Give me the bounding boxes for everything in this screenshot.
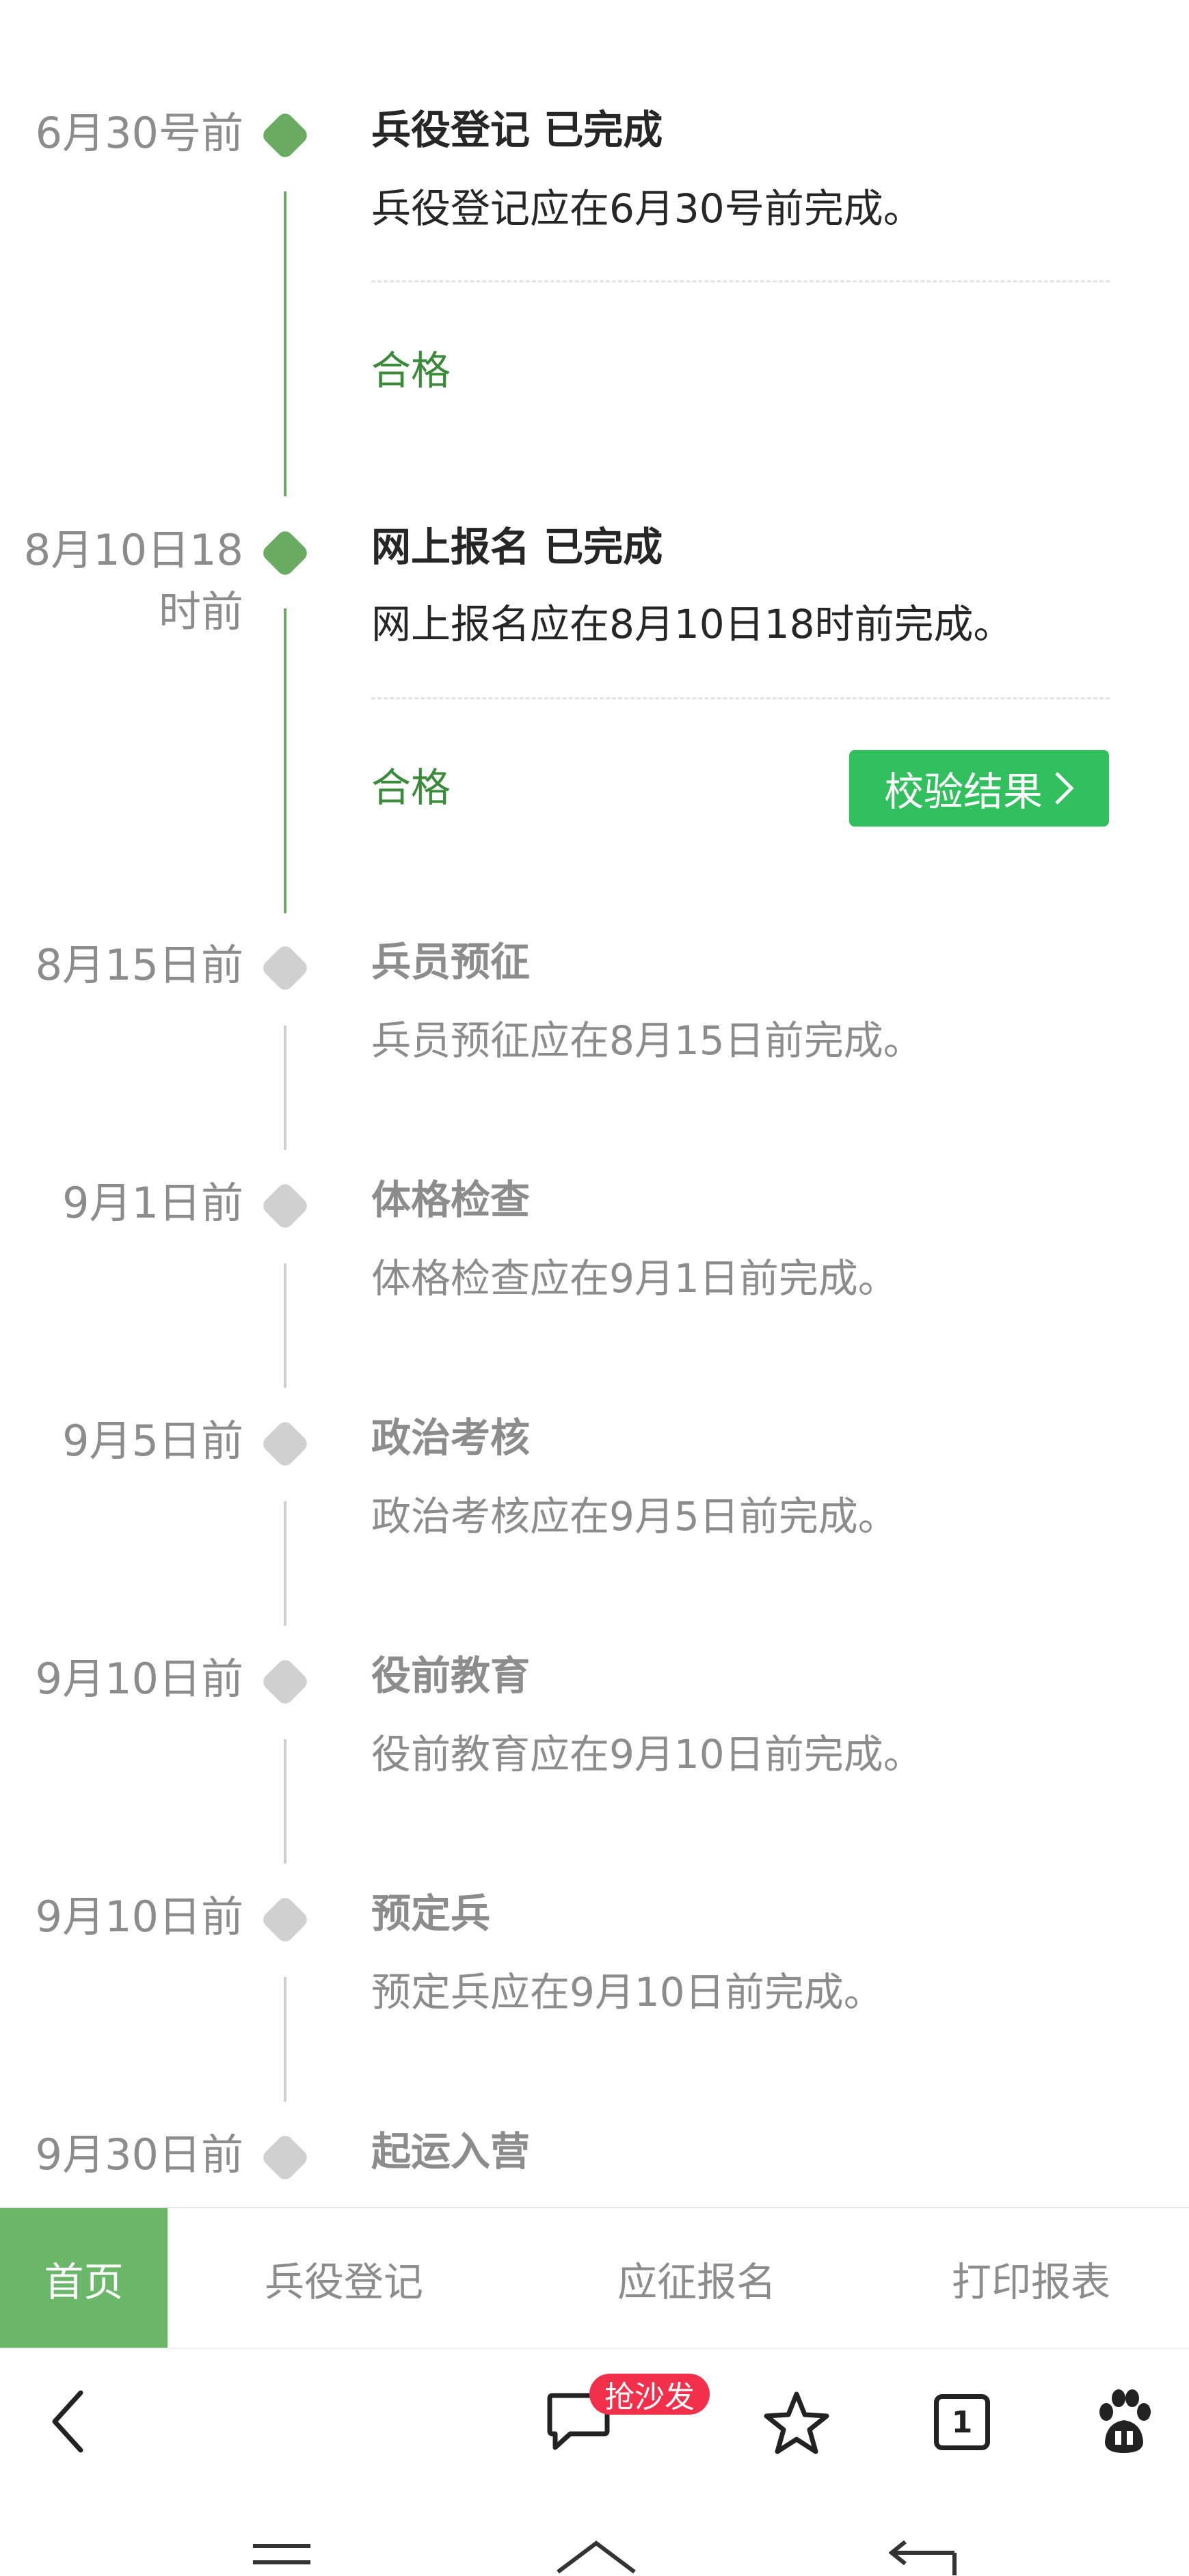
timeline-connector [284, 1263, 286, 1388]
timeline-date: 8月15日前 [35, 940, 243, 990]
verify-result-button[interactable]: 校验结果 [849, 750, 1109, 827]
pending-milestone-icon [260, 2132, 310, 2183]
step-description: 网上报名应在8月10日18时前完成。 [371, 601, 1013, 647]
pending-milestone-icon [260, 1181, 310, 1231]
result-status: 合格 [371, 347, 451, 394]
pending-milestone-icon [260, 1419, 310, 1469]
baidu-paw-icon[interactable] [1093, 2389, 1154, 2457]
timeline: 6月30号前 兵役登记 已完成 兵役登记应在6月30号前完成。 合格 8月10日… [0, 0, 1189, 2207]
tab-military-registration[interactable]: 兵役登记 [168, 2208, 520, 2349]
pending-milestone-icon [260, 943, 310, 993]
timeline-date: 8月10日18时前 [23, 525, 243, 636]
menu-icon[interactable] [252, 2542, 312, 2576]
step-title: 政治考核 [371, 1414, 531, 1461]
pending-milestone-icon [260, 1894, 310, 1945]
completed-milestone-icon [260, 110, 310, 161]
comment-badge: 抢沙发 [589, 2374, 710, 2415]
tab-home[interactable]: 首页 [0, 2208, 168, 2349]
step-description: 预定兵应在9月10日前完成。 [371, 1969, 883, 2015]
divider [371, 280, 1110, 282]
timeline-date: 6月30号前 [35, 108, 243, 158]
tabs-count-icon[interactable]: 1 [934, 2394, 990, 2450]
timeline-connector [284, 1025, 286, 1150]
back-icon[interactable] [48, 2387, 89, 2456]
tabs-count: 1 [951, 2404, 973, 2440]
tab-enlistment-application[interactable]: 应征报名 [520, 2208, 873, 2349]
pending-milestone-icon [260, 1656, 310, 1707]
app-tab-bar: 首页 兵役登记 应征报名 打印报表 [0, 2207, 1189, 2349]
step-title: 役前教育 [371, 1652, 531, 1699]
timeline-date: 9月30日前 [35, 2130, 243, 2179]
timeline-date: 9月10日前 [35, 1892, 243, 1942]
step-title: 网上报名 已完成 [371, 524, 663, 570]
divider [371, 697, 1110, 699]
step-title: 兵员预征 [371, 939, 531, 985]
chevron-right-icon [1055, 772, 1074, 805]
step-title: 起运入营 [371, 2128, 531, 2175]
timeline-connector [284, 1501, 286, 1626]
timeline-connector [284, 1739, 286, 1864]
completed-milestone-icon [260, 528, 310, 578]
step-title: 体格检查 [371, 1177, 531, 1223]
timeline-connector [284, 191, 286, 496]
browser-toolbar: 抢沙发 1 [0, 2348, 1189, 2501]
step-description: 政治考核应在9月5日前完成。 [371, 1493, 898, 1540]
timeline-date: 9月1日前 [62, 1178, 243, 1228]
step-title: 兵役登记 已完成 [371, 107, 663, 153]
step-description: 兵役登记应在6月30号前完成。 [371, 185, 923, 232]
timeline-connector [284, 608, 286, 913]
tab-print-report[interactable]: 打印报表 [873, 2208, 1189, 2349]
step-description: 役前教育应在9月10日前完成。 [371, 1731, 923, 1777]
step-description: 体格检查应在9月1日前完成。 [371, 1255, 898, 1302]
timeline-date: 9月10日前 [35, 1654, 243, 1704]
step-description: 兵员预征应在8月15日前完成。 [371, 1017, 923, 1064]
system-nav-bar [0, 2499, 1189, 2575]
result-status: 合格 [371, 764, 451, 811]
home-icon[interactable] [555, 2538, 637, 2575]
return-icon[interactable] [889, 2539, 957, 2575]
timeline-connector [284, 1977, 286, 2102]
verify-result-label: 校验结果 [883, 768, 1043, 815]
star-icon[interactable] [762, 2390, 831, 2456]
step-title: 预定兵 [371, 1890, 491, 1937]
timeline-date: 9月5日前 [62, 1416, 243, 1466]
